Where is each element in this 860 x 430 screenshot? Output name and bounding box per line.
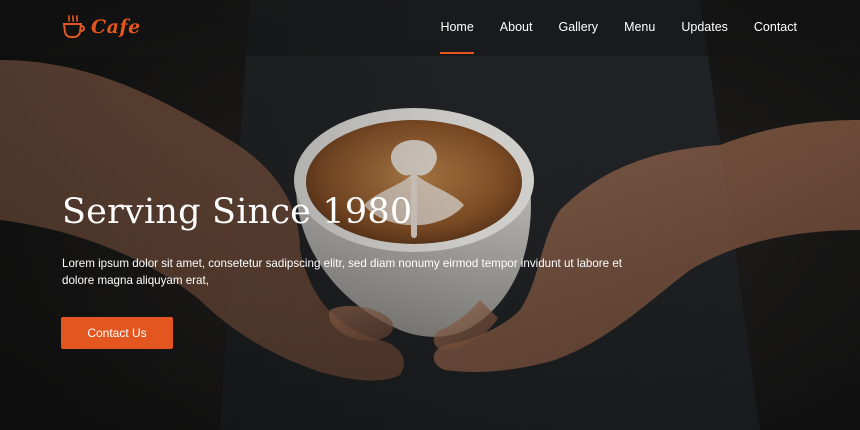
nav-about[interactable]: About	[500, 20, 533, 34]
main-navigation: Home About Gallery Menu Updates Contact	[440, 20, 797, 54]
top-navbar: Cafe Home About Gallery Menu Updates Con…	[0, 0, 860, 56]
hero-section: Cafe Home About Gallery Menu Updates Con…	[0, 0, 860, 430]
site-logo[interactable]: Cafe	[61, 14, 141, 40]
hero-title: Serving Since 1980	[62, 192, 413, 232]
coffee-cup-icon	[62, 15, 85, 38]
nav-updates[interactable]: Updates	[681, 20, 728, 34]
brand-name: Cafe	[91, 16, 141, 38]
nav-menu[interactable]: Menu	[624, 20, 655, 34]
nav-contact[interactable]: Contact	[754, 20, 797, 34]
hero-description: Lorem ipsum dolor sit amet, consetetur s…	[62, 257, 622, 287]
nav-gallery[interactable]: Gallery	[558, 20, 598, 34]
nav-home[interactable]: Home	[440, 20, 475, 54]
contact-us-button[interactable]: Contact Us	[61, 317, 173, 349]
